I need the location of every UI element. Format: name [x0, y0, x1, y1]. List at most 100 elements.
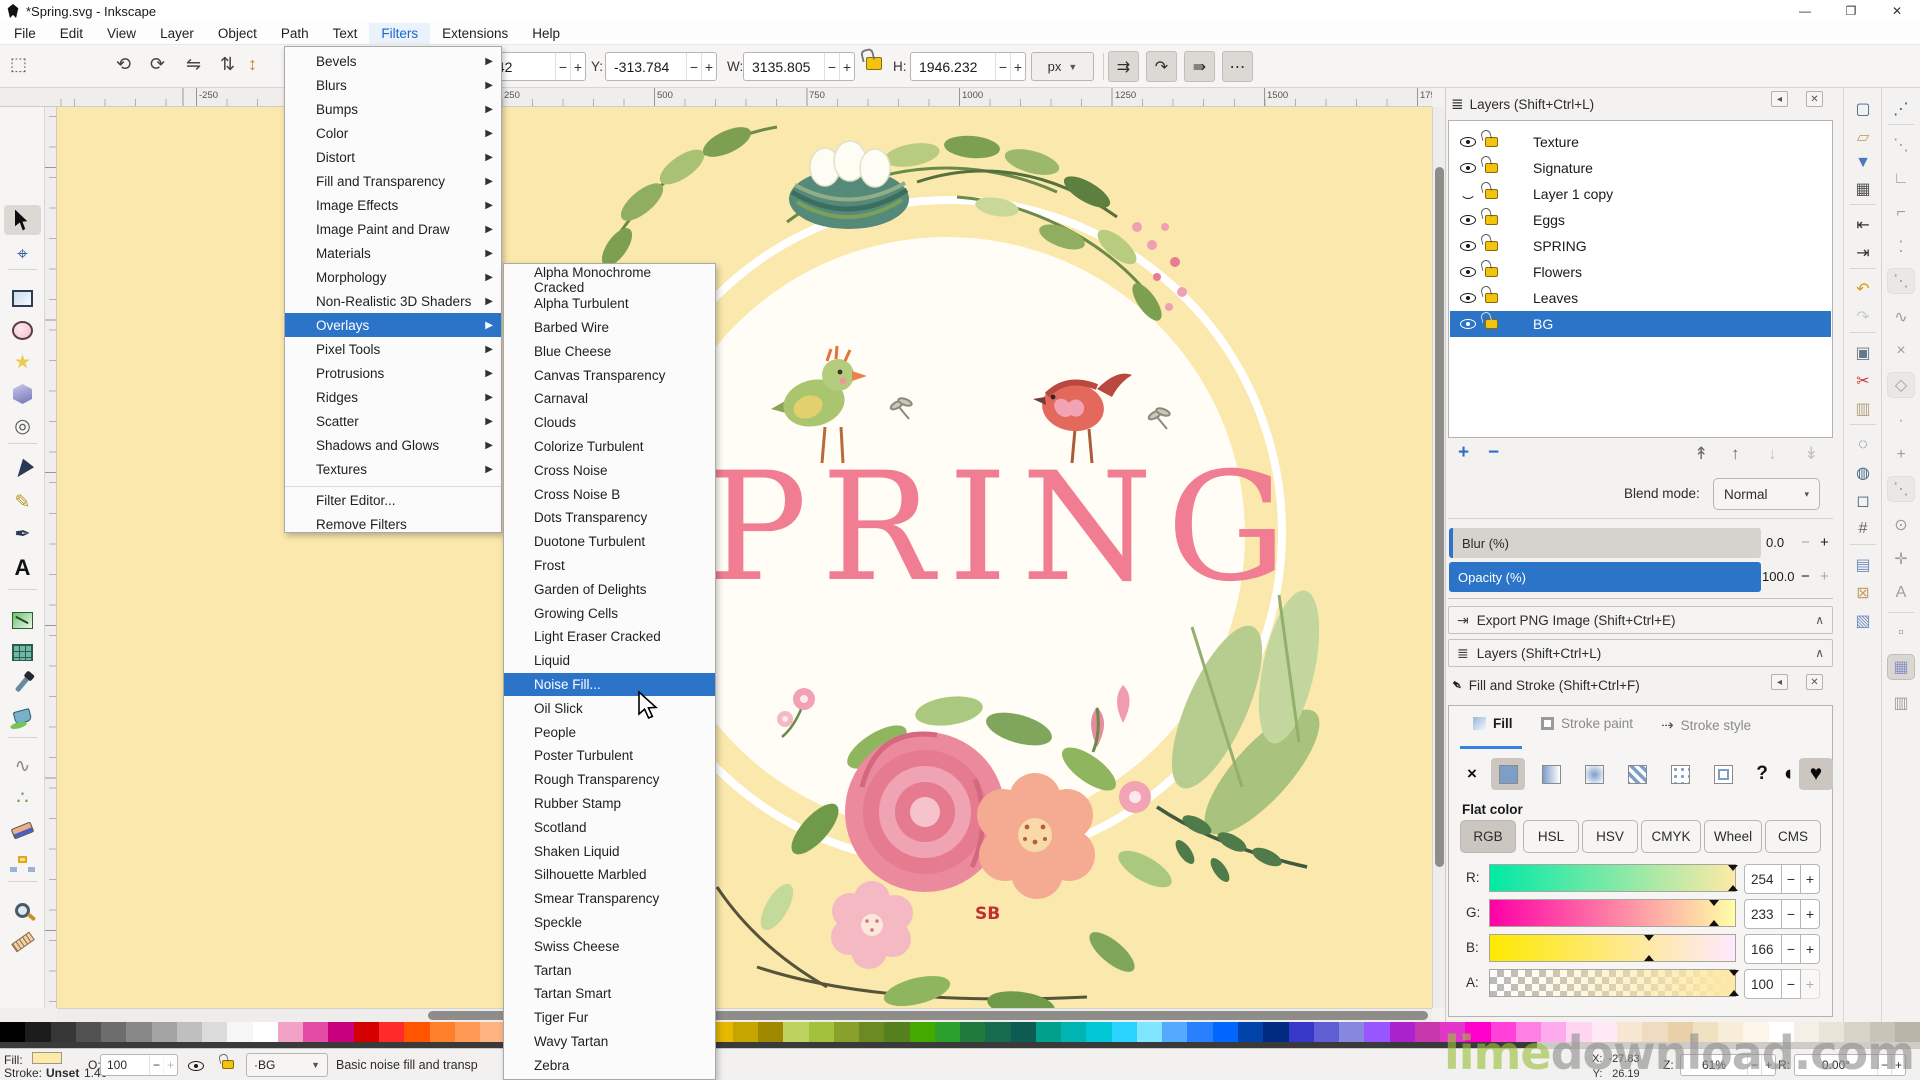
lower-layer-bottom-button[interactable]: ↡ — [1804, 444, 1818, 464]
filters-menu-item[interactable]: Filter Editor... ▶ — [285, 488, 501, 512]
toolbar-icon[interactable]: ⇅ — [220, 54, 235, 75]
color-mode-button[interactable]: RGB — [1460, 820, 1516, 853]
command-button[interactable]: ▢ — [1849, 96, 1877, 122]
filters-menu-item[interactable]: Fill and Transparency ▶ — [285, 169, 501, 193]
palette-swatch[interactable] — [1313, 1022, 1340, 1042]
snap-button[interactable]: ◇ — [1887, 372, 1915, 398]
layer-row[interactable]: SPRING — [1450, 233, 1831, 259]
w-plus-button[interactable]: + — [839, 53, 854, 80]
palette-swatch[interactable] — [1162, 1022, 1188, 1042]
snap-button[interactable]: ⋱ — [1887, 132, 1915, 158]
toolbar-icon[interactable]: ⬚ — [10, 54, 27, 75]
color-mode-button[interactable]: HSL — [1523, 820, 1579, 853]
export-png-bar[interactable]: ⇥ Export PNG Image (Shift+Ctrl+E) ∧ — [1448, 606, 1833, 634]
layer-lock-icon[interactable] — [222, 1060, 234, 1069]
lower-layer-button[interactable]: ↓ — [1768, 444, 1777, 464]
toolbar-icon[interactable]: ⇋ — [186, 54, 201, 75]
palette-swatch[interactable] — [25, 1022, 51, 1042]
tool-button[interactable] — [4, 815, 41, 845]
palette-swatch[interactable] — [985, 1022, 1011, 1042]
palette-swatch[interactable] — [934, 1022, 961, 1042]
tool-button[interactable]: ⌖ — [4, 239, 41, 269]
overlays-submenu-item[interactable]: Blue Cheese ▶ — [504, 339, 715, 363]
palette-swatch[interactable] — [884, 1022, 910, 1042]
h-field[interactable]: 1946.232 − + — [910, 52, 1026, 81]
stroke-indicator-value[interactable]: Unset — [46, 1066, 79, 1080]
menu-bar-item[interactable]: Edit — [48, 23, 95, 44]
palette-swatch[interactable] — [833, 1022, 860, 1042]
snap-button[interactable]: ∙ — [1887, 408, 1915, 434]
palette-swatch[interactable] — [480, 1022, 506, 1042]
raise-layer-button[interactable]: ↑ — [1731, 444, 1740, 464]
tool-button[interactable]: A — [4, 553, 41, 583]
layer-row[interactable]: Eggs — [1450, 207, 1831, 233]
command-button[interactable]: # — [1849, 516, 1877, 542]
overlays-submenu-item[interactable]: Speckle ▶ — [504, 911, 715, 935]
horizontal-scrollbar[interactable] — [57, 1008, 1432, 1022]
fill-rule-nonzero-button[interactable]: ♥ — [1799, 758, 1833, 790]
color-mode-button[interactable]: HSV — [1582, 820, 1638, 853]
transform-toggle-button[interactable]: ⇛ — [1184, 51, 1215, 82]
channel-plus-button[interactable]: + — [1801, 969, 1820, 999]
units-dropdown[interactable]: px ▼ — [1031, 52, 1094, 81]
palette-swatch[interactable] — [1238, 1022, 1264, 1042]
opacity-slider-value[interactable]: 100.0 — [1762, 569, 1795, 584]
palette-swatch[interactable] — [1111, 1022, 1137, 1042]
tool-button[interactable] — [8, 881, 37, 882]
channel-slider[interactable] — [1489, 864, 1738, 892]
tool-button[interactable] — [4, 895, 41, 925]
command-button[interactable]: ▤ — [1849, 552, 1877, 578]
layer-visibility-icon[interactable] — [1460, 215, 1476, 225]
raise-layer-top-button[interactable]: ↟ — [1694, 444, 1708, 464]
overlays-submenu-item[interactable]: Canvas Transparency ▶ — [504, 363, 715, 387]
filters-menu-item[interactable]: Image Effects ▶ — [285, 193, 501, 217]
snap-button[interactable]: ▫ — [1887, 620, 1915, 646]
y-minus-button[interactable]: − — [686, 53, 701, 80]
overlays-submenu-item[interactable]: Rough Transparency ▶ — [504, 768, 715, 792]
tool-button[interactable] — [8, 589, 37, 590]
opacity-plus-button[interactable]: + — [1820, 568, 1829, 585]
tool-button[interactable]: ✒ — [4, 519, 41, 549]
tool-button[interactable] — [8, 737, 37, 738]
palette-swatch[interactable] — [126, 1022, 152, 1042]
snap-button[interactable]: ⌐ — [1887, 200, 1915, 226]
layer-row[interactable]: BG — [1450, 311, 1831, 337]
blend-mode-dropdown[interactable]: Normal ▾ — [1713, 478, 1820, 510]
palette-swatch[interactable] — [404, 1022, 430, 1042]
filters-menu-item[interactable]: Morphology ▶ — [285, 265, 501, 289]
overlays-submenu-item[interactable]: Swiss Cheese ▶ — [504, 934, 715, 958]
palette-swatch[interactable] — [1187, 1022, 1213, 1042]
channel-slider[interactable] — [1489, 899, 1736, 927]
filters-menu-item[interactable]: Bumps ▶ — [285, 97, 501, 121]
snap-button[interactable]: A — [1887, 580, 1915, 606]
opacity-value[interactable]: 100 — [101, 1058, 149, 1072]
palette-swatch[interactable] — [732, 1022, 758, 1042]
overlays-submenu-item[interactable]: Liquid ▶ — [504, 649, 715, 673]
overlays-submenu-item[interactable]: Tartan Smart ▶ — [504, 982, 715, 1006]
palette-swatch[interactable] — [1263, 1022, 1289, 1042]
filters-menu-item[interactable]: ▶ — [285, 481, 501, 488]
opacity-slider[interactable]: Opacity (%) — [1449, 562, 1761, 592]
x-plus-button[interactable]: + — [570, 53, 585, 80]
overlays-submenu-item[interactable]: Growing Cells ▶ — [504, 601, 715, 625]
palette-swatch[interactable] — [101, 1022, 127, 1042]
palette-swatch[interactable] — [1288, 1022, 1314, 1042]
palette-swatch[interactable] — [1212, 1022, 1239, 1042]
channel-value-field[interactable]: 100 — [1744, 969, 1782, 999]
palette-swatch[interactable] — [808, 1022, 834, 1042]
blur-plus-button[interactable]: + — [1820, 534, 1829, 551]
remove-layer-button[interactable]: − — [1488, 442, 1499, 464]
palette-swatch[interactable] — [1086, 1022, 1112, 1042]
channel-slider[interactable] — [1489, 934, 1736, 962]
command-button[interactable]: ▼ — [1849, 150, 1877, 176]
filters-menu-item[interactable]: Scatter ▶ — [285, 409, 501, 433]
opacity-field[interactable]: 100 − + — [100, 1054, 178, 1076]
tool-button[interactable] — [4, 701, 41, 731]
color-mode-button[interactable]: CMYK — [1641, 820, 1701, 853]
panel-close-button[interactable]: ✕ — [1806, 91, 1823, 107]
layer-visibility-icon[interactable] — [1460, 267, 1476, 277]
layer-lock-icon[interactable] — [1485, 215, 1498, 225]
filters-menu-item[interactable]: Pixel Tools ▶ — [285, 337, 501, 361]
layer-visibility-icon[interactable] — [1460, 163, 1476, 173]
layer-visibility-icon[interactable] — [1460, 293, 1476, 303]
